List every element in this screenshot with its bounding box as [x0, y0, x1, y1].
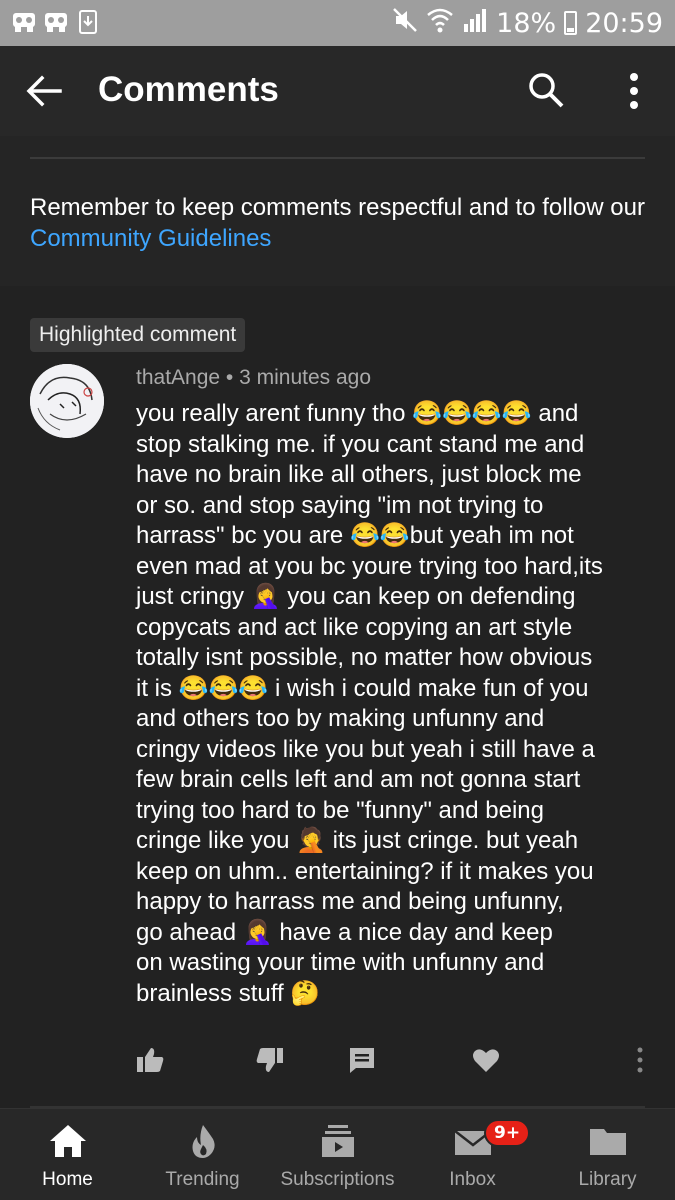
mute-icon [392, 7, 418, 40]
inbox-badge: 9+ [484, 1119, 531, 1147]
nav-label: Library [578, 1169, 637, 1190]
comment-meta: thatAnge • 3 minutes ago [136, 366, 371, 390]
battery-icon [564, 11, 578, 35]
status-system: 18% 20:59 [392, 6, 663, 40]
search-icon[interactable] [526, 70, 566, 110]
comment-menu-icon[interactable] [624, 1044, 656, 1076]
app-notification-icon [44, 10, 68, 34]
nav-inbox[interactable]: 9+ Inbox [405, 1109, 540, 1200]
comment-guidelines-notice: Remember to keep comments respectful and… [0, 136, 675, 286]
status-notifications [12, 10, 100, 34]
bottom-navigation: Home Trending Subscriptions 9+ Inbox Lib… [0, 1108, 675, 1200]
guidelines-text: Remember to keep comments respectful and… [30, 192, 650, 254]
avatar[interactable] [30, 364, 104, 438]
highlighted-comment-badge: Highlighted comment [30, 318, 246, 352]
like-icon[interactable] [134, 1044, 166, 1076]
comment-text: you really arent funny tho 😂😂😂😂 and stop… [136, 400, 603, 1007]
home-icon [48, 1123, 88, 1159]
comment-actions [0, 1044, 675, 1084]
page-title: Comments [98, 70, 279, 109]
heart-icon[interactable] [470, 1044, 502, 1076]
guidelines-message: Remember to keep comments respectful and… [30, 194, 645, 221]
status-bar: 18% 20:59 [0, 0, 675, 46]
nav-label: Subscriptions [280, 1169, 395, 1190]
download-icon [76, 10, 100, 34]
nav-label: Inbox [449, 1169, 496, 1190]
divider [30, 157, 645, 159]
nav-trending[interactable]: Trending [135, 1109, 270, 1200]
comment-author[interactable]: thatAnge [136, 366, 220, 389]
app-bar: Comments [0, 46, 675, 136]
back-arrow-icon[interactable] [24, 71, 64, 111]
folder-icon [588, 1123, 628, 1159]
subscriptions-icon [318, 1123, 358, 1159]
comment-item: Highlighted comment thatAnge • 3 minutes… [0, 286, 675, 1108]
reply-icon[interactable] [346, 1044, 378, 1076]
signal-icon [462, 8, 488, 39]
flame-icon [183, 1123, 223, 1159]
battery-percent: 18% [496, 7, 557, 39]
comment-time: • 3 minutes ago [220, 366, 372, 389]
dislike-icon[interactable] [254, 1044, 286, 1076]
wifi-icon [426, 7, 454, 40]
more-options-icon[interactable] [614, 68, 654, 114]
app-notification-icon [12, 10, 36, 34]
nav-library[interactable]: Library [540, 1109, 675, 1200]
clock: 20:59 [585, 7, 663, 39]
community-guidelines-link[interactable]: Community Guidelines [30, 225, 271, 252]
nav-label: Trending [165, 1169, 240, 1190]
nav-home[interactable]: Home [0, 1109, 135, 1200]
nav-subscriptions[interactable]: Subscriptions [270, 1109, 405, 1200]
nav-label: Home [42, 1169, 93, 1190]
